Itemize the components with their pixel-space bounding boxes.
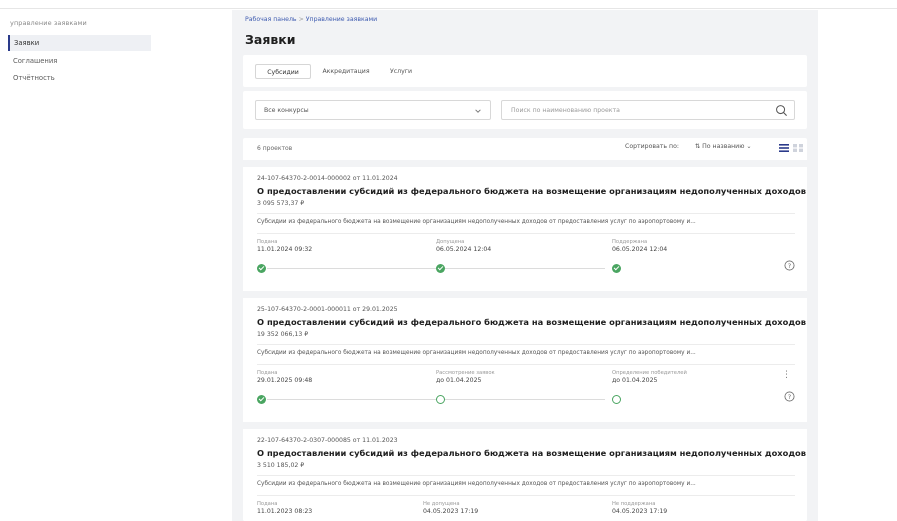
stage-submitted: Подана 29.01.2025 09:48 xyxy=(257,370,312,384)
tab-subsidies[interactable]: Субсидии xyxy=(255,64,311,79)
stage-date: 06.05.2024 12:04 xyxy=(436,246,492,253)
project-id: 22-107-64370-2-0307-000085 от 11.01.2023 xyxy=(257,437,398,444)
divider xyxy=(257,344,795,345)
tabs-panel: Субсидии Аккредитация Услуги xyxy=(243,55,807,87)
project-amount: 19 352 066,13 ₽ xyxy=(257,331,309,338)
sort-control[interactable]: Сортировать по: ⇅ По названию ⌄ xyxy=(625,143,805,155)
stage-date: 04.05.2023 17:19 xyxy=(612,508,668,515)
sort-value-label: По названию xyxy=(702,143,745,150)
main-content: Рабочая панель > Управление заявками Заявк… xyxy=(232,10,818,521)
breadcrumb-separator: > xyxy=(298,16,304,23)
stage-date: до 01.04.2025 xyxy=(436,377,482,384)
search-placeholder: Поиск по наименованию проекта xyxy=(511,107,620,114)
stage-done-icon xyxy=(257,264,266,273)
stage-label: Поддержана xyxy=(612,239,648,245)
tab-services[interactable]: Услуги xyxy=(381,64,421,79)
stage-label: Подана xyxy=(257,239,278,245)
tab-accreditation[interactable]: Аккредитация xyxy=(315,64,377,79)
project-card[interactable]: 25-107-64370-2-0001-000011 от 29.01.2025… xyxy=(243,291,807,413)
stage-label: Рассмотрение заявок xyxy=(436,370,495,376)
project-title[interactable]: О предоставлении субсидий из федеральног… xyxy=(257,186,807,196)
help-icon[interactable]: ? xyxy=(784,391,795,402)
top-bar xyxy=(0,0,897,9)
search-icon[interactable] xyxy=(775,104,788,117)
project-card[interactable]: 22-107-64370-2-0307-000085 от 11.01.2023… xyxy=(243,422,807,521)
svg-text:?: ? xyxy=(788,262,791,270)
stage-label: Определение победителей xyxy=(612,370,687,376)
sidebar-item-reports[interactable]: Отчётность xyxy=(8,70,151,86)
project-amount: 3 510 185,02 ₽ xyxy=(257,462,305,469)
stage-date: 11.01.2023 08:23 xyxy=(257,508,313,515)
kebab-icon[interactable]: ⋮ xyxy=(782,371,791,380)
project-description: Субсидии из федерального бюджета на возм… xyxy=(257,219,696,225)
divider xyxy=(257,475,795,476)
divider xyxy=(257,233,795,234)
stage-submitted: Подана 11.01.2023 08:23 xyxy=(257,501,312,515)
project-title[interactable]: О предоставлении субсидий из федеральног… xyxy=(257,317,807,327)
stage-review: Рассмотрение заявок до 01.04.2025 xyxy=(436,370,495,384)
list-view-icon[interactable] xyxy=(779,144,789,152)
filter-panel: Все конкурсы Поиск по наименованию проек… xyxy=(243,91,807,129)
project-card[interactable]: 24-107-64370-2-0014-000002 от 11.01.2024… xyxy=(243,160,807,282)
stage-date: 06.05.2024 12:04 xyxy=(612,246,668,253)
project-amount: 3 095 573,37 ₽ xyxy=(257,200,305,207)
project-id: 24-107-64370-2-0014-000002 от 11.01.2024 xyxy=(257,175,398,182)
stage-date: до 01.04.2025 xyxy=(612,377,658,384)
help-icon[interactable]: ? xyxy=(784,260,795,271)
divider xyxy=(257,213,795,214)
stage-label: Допущена xyxy=(436,239,465,245)
grid-view-icon[interactable] xyxy=(793,144,803,152)
stage-pending-icon xyxy=(436,395,445,404)
stage-date: 29.01.2025 09:48 xyxy=(257,377,313,384)
page-title: Заявки xyxy=(245,32,296,47)
sidebar-item-applications[interactable]: Заявки xyxy=(8,35,151,51)
breadcrumb-item-management[interactable]: Управление заявками xyxy=(306,16,377,23)
chevron-down-icon: ⌄ xyxy=(746,143,752,150)
breadcrumb: Рабочая панель > Управление заявками xyxy=(245,16,377,23)
sidebar-header: управление заявками xyxy=(10,19,87,27)
stage-pending-icon xyxy=(612,395,621,404)
contest-select-value: Все конкурсы xyxy=(264,107,309,114)
stage-winners: Определение победителей до 01.04.2025 xyxy=(612,370,687,384)
contest-select[interactable]: Все конкурсы xyxy=(255,100,491,120)
sort-value[interactable]: ⇅ По названию ⌄ xyxy=(695,143,752,150)
stage-done-icon xyxy=(436,264,445,273)
project-description: Субсидии из федерального бюджета на возм… xyxy=(257,481,696,487)
project-list: 6 проектов Сортировать по: ⇅ По названию… xyxy=(243,138,807,521)
sort-icon: ⇅ xyxy=(695,143,701,150)
stage-label: Не допущена xyxy=(423,501,460,507)
sidebar-item-agreements[interactable]: Соглашения xyxy=(8,53,151,69)
stage-done-icon xyxy=(612,264,621,273)
stage-date: 04.05.2023 17:19 xyxy=(423,508,479,515)
project-title[interactable]: О предоставлении субсидий из федеральног… xyxy=(257,448,807,458)
project-description: Субсидии из федерального бюджета на возм… xyxy=(257,350,696,356)
chevron-down-icon xyxy=(475,109,481,113)
stage-label: Подана xyxy=(257,501,278,507)
stage-date: 11.01.2024 09:32 xyxy=(257,246,313,253)
stage-admitted: Допущена 06.05.2024 12:04 xyxy=(436,239,491,253)
stage-not-supported: Не поддержана 04.05.2023 17:19 xyxy=(612,501,667,515)
project-count: 6 проектов xyxy=(257,145,293,152)
stage-not-admitted: Не допущена 04.05.2023 17:19 xyxy=(423,501,478,515)
divider xyxy=(257,495,795,496)
stage-done-icon xyxy=(257,395,266,404)
project-id: 25-107-64370-2-0001-000011 от 29.01.2025 xyxy=(257,306,398,313)
stage-supported: Поддержана 06.05.2024 12:04 xyxy=(612,239,667,253)
divider xyxy=(257,364,795,365)
svg-text:?: ? xyxy=(788,393,791,401)
stage-label: Не поддержана xyxy=(612,501,656,507)
stage-submitted: Подана 11.01.2024 09:32 xyxy=(257,239,312,253)
breadcrumb-item-dashboard[interactable]: Рабочая панель xyxy=(245,16,297,23)
sidebar: управление заявками Заявки Соглашения От… xyxy=(0,10,232,521)
sort-label: Сортировать по: xyxy=(625,143,679,150)
search-field[interactable]: Поиск по наименованию проекта xyxy=(501,100,795,120)
stage-label: Подана xyxy=(257,370,278,376)
